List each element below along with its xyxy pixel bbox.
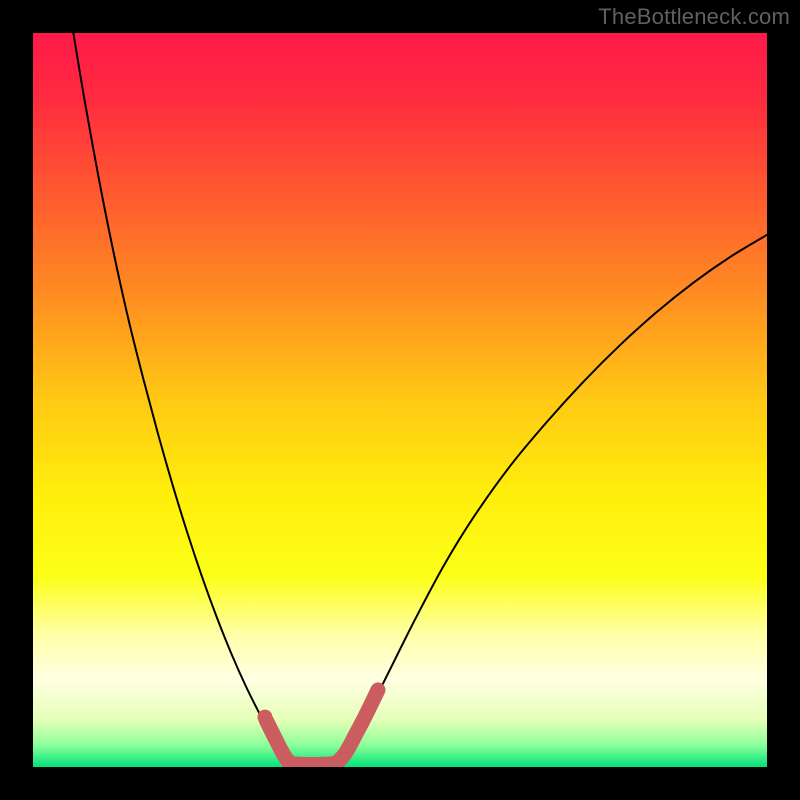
- chart-plot-area: [33, 33, 767, 767]
- gradient-background: [33, 33, 767, 767]
- marker-dot: [257, 710, 272, 725]
- watermark-text: TheBottleneck.com: [598, 4, 790, 30]
- chart-svg: [33, 33, 767, 767]
- chart-frame: TheBottleneck.com: [0, 0, 800, 800]
